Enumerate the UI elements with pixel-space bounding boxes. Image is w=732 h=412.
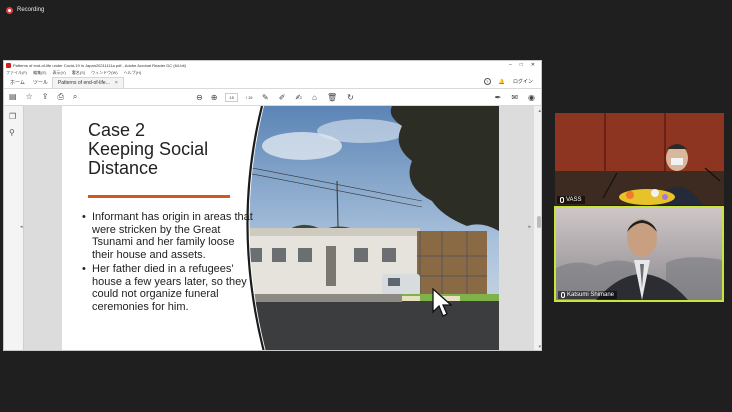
document-area: ❐ ⚲ ◂ Case 2 Keeping Social Distance • I…	[4, 106, 541, 350]
menu-edit[interactable]: 編集(E)	[33, 70, 46, 76]
video-tile-katsumi-shimane[interactable]: Katsumi Shimane	[554, 206, 724, 302]
scroll-up-icon[interactable]: ▴	[538, 108, 541, 114]
search-icon[interactable]: ⌕	[73, 92, 77, 102]
tsunami-housing-photo	[242, 106, 499, 350]
vertical-scrollbar[interactable]: ▴ ▾	[534, 106, 541, 350]
mic-icon	[561, 292, 565, 298]
tab-close-icon[interactable]: ×	[115, 80, 118, 86]
tab-bar: ホーム ツール Patterns of end-of-life... × ? 🔔…	[4, 76, 541, 89]
attachment-icon[interactable]: ⚲	[9, 128, 15, 137]
highlight-pen-icon[interactable]: ✐	[279, 93, 286, 102]
close-button[interactable]: ✕	[531, 62, 535, 68]
acrobat-app-icon	[6, 62, 11, 68]
katsumi-video-feed	[556, 208, 722, 300]
bullet-item: Informant has origin in areas that were …	[82, 211, 257, 261]
upload-cloud-icon[interactable]: ⇪	[42, 92, 49, 102]
help-icon[interactable]: ?	[483, 78, 491, 85]
minimize-button[interactable]: –	[509, 62, 512, 68]
record-icon	[6, 6, 13, 14]
menu-help[interactable]: ヘルプ(H)	[124, 70, 142, 76]
participant-name: VASS	[566, 197, 582, 203]
meeting-screen: Recording Patterns of end-of-life under …	[0, 0, 732, 412]
draw-icon[interactable]: ✍	[295, 93, 302, 102]
delete-icon[interactable]: 🗑	[327, 93, 337, 102]
vass-video-feed	[555, 113, 724, 205]
video-tile-vass[interactable]: VASS	[555, 113, 724, 205]
scroll-down-icon[interactable]: ▾	[538, 344, 541, 350]
email-icon[interactable]: ✉	[511, 93, 518, 102]
slide-bullets: Informant has origin in areas that were …	[82, 211, 257, 315]
toolbar: ▤ ☆ ⇪ ⎙ ⌕ ⊖ ⊕ 15 / 19 ✎ ✐ ✍ ⌂ 🗑 ↻ ✒ ✉ ◉	[4, 89, 541, 106]
slide-title-underline	[88, 195, 230, 198]
next-page-arrow-icon[interactable]: ▸	[528, 224, 531, 230]
print-icon[interactable]: ⎙	[57, 92, 63, 102]
recording-label: Recording	[17, 7, 45, 13]
tab-document[interactable]: Patterns of end-of-life... ×	[51, 77, 124, 88]
tab-document-label: Patterns of end-of-life...	[57, 80, 110, 86]
participant-name: Katsumi Shimane	[567, 292, 615, 298]
recording-indicator: Recording	[6, 4, 44, 16]
comment-icon[interactable]: ✎	[262, 93, 269, 102]
slide-title: Case 2 Keeping Social Distance	[88, 121, 268, 178]
menubar: ファイル(F) 編集(E) 表示(V) 署名(S) ウィンドウ(W) ヘルプ(H…	[4, 69, 541, 76]
notification-bell-icon[interactable]: 🔔	[499, 79, 505, 85]
pages-panel-icon[interactable]: ❐	[9, 112, 16, 121]
account-icon[interactable]: ◉	[528, 93, 535, 102]
scroll-thumb[interactable]	[537, 216, 541, 228]
page-up-icon[interactable]: ⊖	[196, 93, 203, 102]
bullet-item: Her father died in a refugees' house a f…	[82, 263, 257, 313]
slide-title-line-2: Keeping Social	[88, 139, 209, 159]
participant-name-tag: Katsumi Shimane	[558, 291, 618, 299]
window-titlebar: Patterns of end-of-life under Covid-19 i…	[4, 61, 541, 69]
menu-window[interactable]: ウィンドウ(W)	[91, 70, 117, 76]
rotate-icon[interactable]: ↻	[347, 93, 354, 102]
sidebar-toggle-icon[interactable]: ▤	[9, 92, 17, 102]
menu-file[interactable]: ファイル(F)	[6, 70, 27, 76]
menu-view[interactable]: 表示(V)	[52, 70, 65, 76]
stamp-icon[interactable]: ⌂	[312, 93, 317, 102]
slide-title-line-3: Distance	[88, 158, 159, 178]
expand-panel-arrow-icon[interactable]: ◂	[20, 224, 23, 230]
window-title: Patterns of end-of-life under Covid-19 i…	[13, 62, 186, 68]
sign-icon[interactable]: ✒	[495, 93, 502, 102]
acrobat-window: Patterns of end-of-life under Covid-19 i…	[3, 60, 542, 351]
mic-icon	[560, 197, 564, 203]
login-button[interactable]: ログイン	[513, 78, 533, 85]
tab-tools[interactable]: ツール	[29, 77, 52, 88]
maximize-button[interactable]: □	[520, 62, 523, 68]
page-number-input[interactable]: 15	[225, 92, 238, 102]
tab-home[interactable]: ホーム	[6, 77, 29, 88]
menu-sign[interactable]: 署名(S)	[72, 70, 85, 76]
slide-title-line-1: Case 2	[88, 120, 146, 140]
page-down-icon[interactable]: ⊕	[211, 93, 218, 102]
participant-name-tag: VASS	[557, 196, 585, 204]
page-total: / 19	[245, 94, 253, 100]
left-rail: ❐ ⚲ ◂	[4, 106, 24, 350]
mouse-pointer-icon	[432, 288, 452, 317]
bookmark-star-icon[interactable]: ☆	[26, 92, 33, 102]
